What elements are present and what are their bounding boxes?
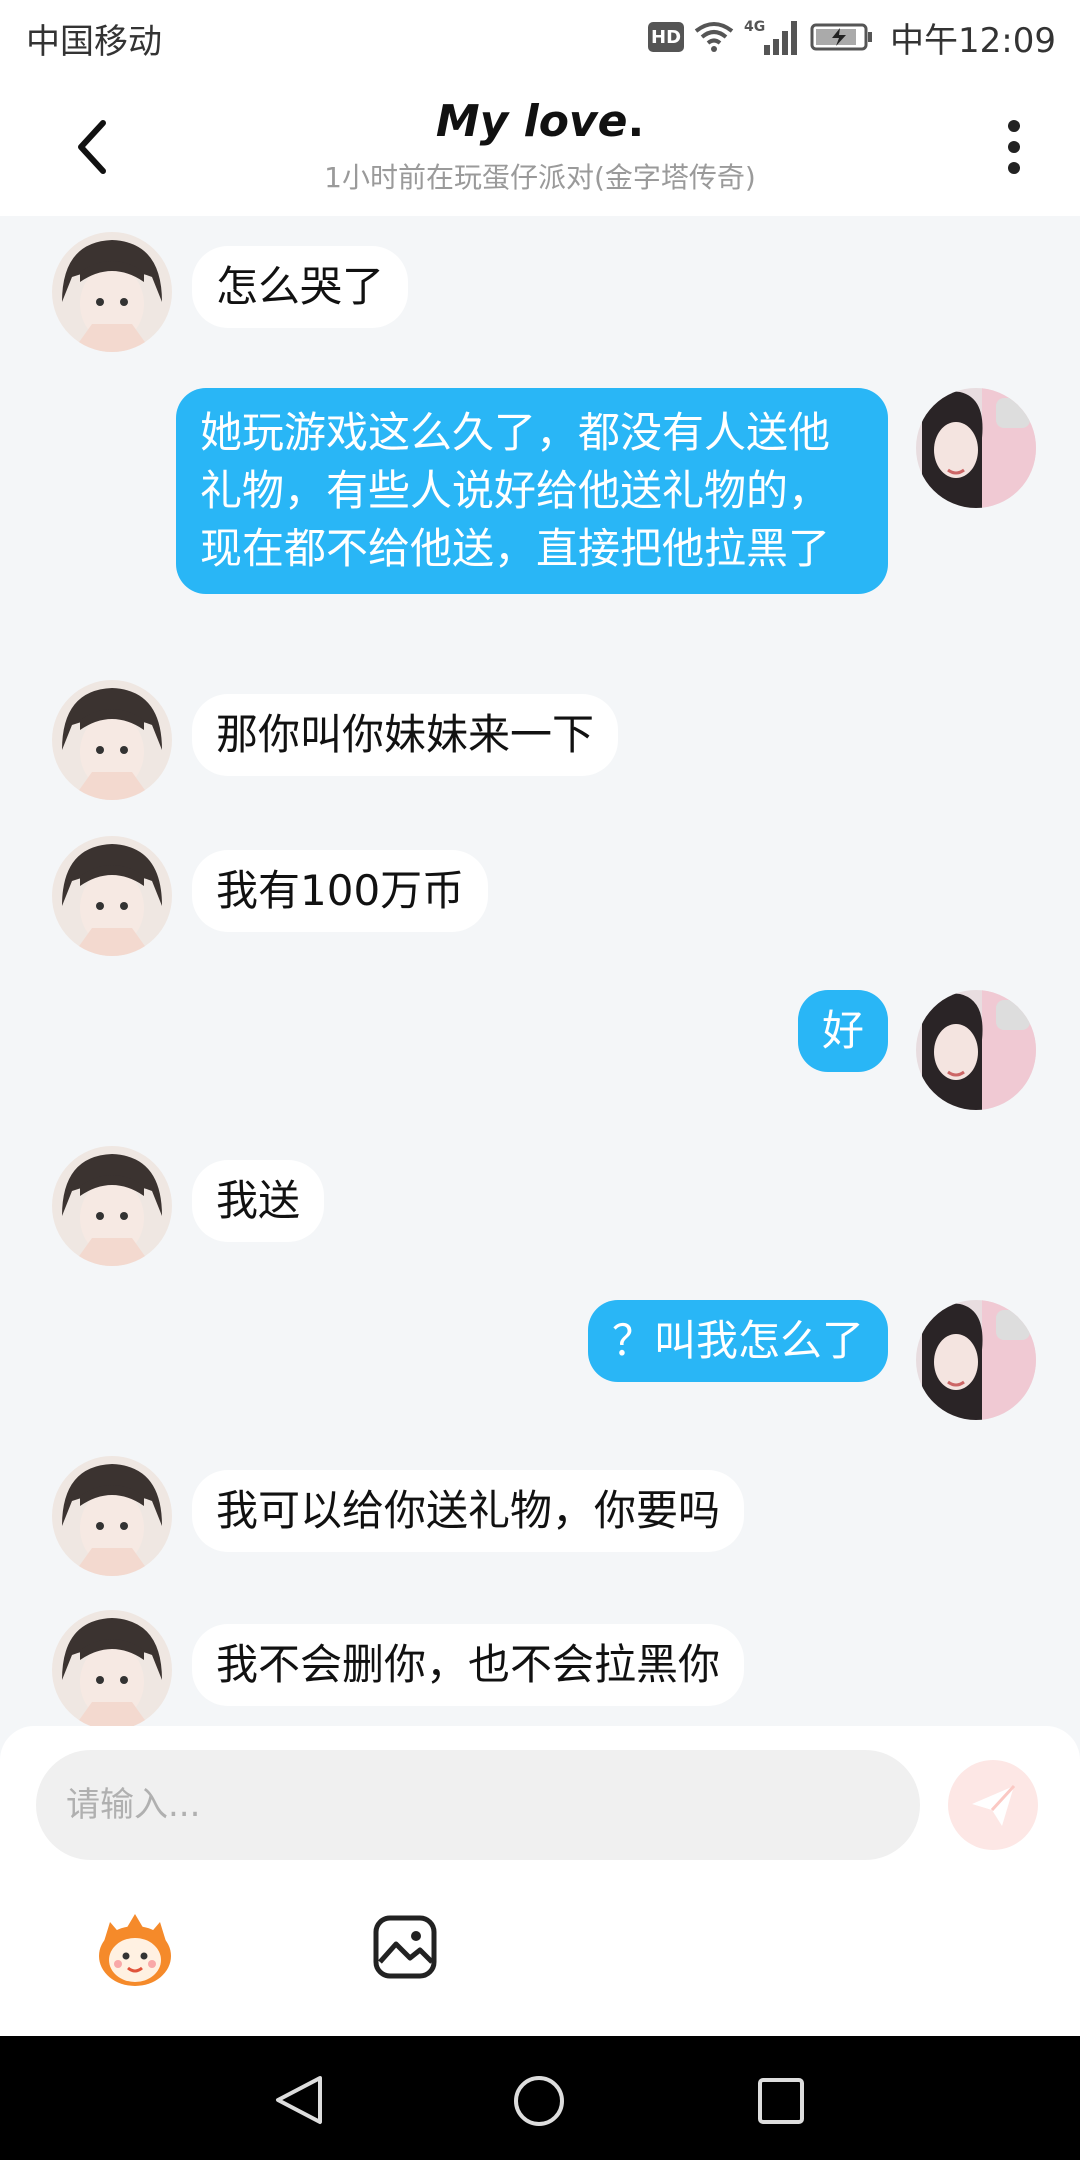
contact-status: 1小时前在玩蛋仔派对(金字塔传奇) xyxy=(324,161,756,194)
user-avatar[interactable] xyxy=(916,388,1036,508)
more-vertical-icon-dot xyxy=(1008,120,1020,132)
battery-charging-icon xyxy=(810,23,873,51)
composer xyxy=(0,1726,1080,2036)
user-avatar[interactable] xyxy=(916,1300,1036,1420)
avatar-image xyxy=(52,836,172,956)
message-bubble-incoming[interactable]: 怎么哭了 xyxy=(192,246,409,328)
send-icon xyxy=(972,1784,1016,1826)
avatar-image xyxy=(52,1610,172,1726)
message-bubble-incoming[interactable]: 我有100万币 xyxy=(192,850,489,932)
message-bubble-outgoing[interactable]: 她玩游戏这么久了，都没有人送他礼物，有些人说好给他送礼物的，现在都不给他送，直接… xyxy=(176,388,888,594)
system-nav-bar xyxy=(0,2036,1080,2160)
signal-icon: 4G xyxy=(744,19,798,55)
message-bubble-incoming[interactable]: 我送 xyxy=(192,1160,325,1242)
chat-header: My love. 1小时前在玩蛋仔派对(金字塔传奇) xyxy=(0,76,1080,216)
avatar-image xyxy=(916,990,1036,1110)
send-button[interactable] xyxy=(948,1760,1038,1850)
avatar-image xyxy=(52,680,172,800)
mascot-emoji-icon xyxy=(99,1914,171,1986)
nav-recents-button[interactable] xyxy=(756,2076,806,2130)
message-bubble-incoming[interactable]: 我不会删你，也不会拉黑你 xyxy=(192,1624,745,1706)
more-vertical-icon-dot xyxy=(1008,162,1020,174)
triangle-back-icon xyxy=(276,2076,322,2124)
contact-avatar[interactable] xyxy=(52,836,172,956)
emoji-button[interactable] xyxy=(92,1908,178,1988)
carrier-label: 中国移动 xyxy=(26,22,162,62)
image-icon xyxy=(373,1915,437,1979)
network-type-label: 4G xyxy=(744,19,765,35)
contact-avatar[interactable] xyxy=(52,232,172,352)
nav-back-button[interactable] xyxy=(272,2074,326,2130)
status-bar: 中国移动 HD 4G 中午12:09 xyxy=(0,0,1080,76)
avatar-image xyxy=(916,388,1036,508)
message-bubble-incoming[interactable]: 我可以给你送礼物，你要吗 xyxy=(192,1470,745,1552)
wifi-icon xyxy=(694,22,734,52)
avatar-image xyxy=(52,1456,172,1576)
user-avatar[interactable] xyxy=(916,990,1036,1110)
message-bubble-outgoing[interactable]: ？叫我怎么了 xyxy=(587,1300,888,1382)
message-bubble-outgoing[interactable]: 好 xyxy=(797,990,888,1072)
contact-avatar[interactable] xyxy=(52,680,172,800)
clock: 中午12:09 xyxy=(890,20,1056,61)
square-recents-icon xyxy=(758,2078,804,2124)
message-input[interactable] xyxy=(36,1750,920,1860)
avatar-image xyxy=(52,232,172,352)
status-icons: HD 4G 中午12:09 xyxy=(648,12,1056,62)
nav-home-button[interactable] xyxy=(512,2074,566,2132)
image-picker-button[interactable] xyxy=(372,1914,438,1980)
contact-avatar[interactable] xyxy=(52,1610,172,1726)
circle-home-icon xyxy=(514,2076,564,2126)
contact-name-text: My love xyxy=(435,96,628,147)
avatar-image xyxy=(916,1300,1036,1420)
contact-name: My love. xyxy=(0,96,1080,147)
more-vertical-icon-dot xyxy=(1008,141,1020,153)
contact-avatar[interactable] xyxy=(52,1456,172,1576)
more-options-button[interactable] xyxy=(994,112,1034,182)
avatar-image xyxy=(52,1146,172,1266)
contact-name-suffix: . xyxy=(627,96,645,147)
message-bubble-incoming[interactable]: 那你叫你妹妹来一下 xyxy=(192,694,619,776)
contact-avatar[interactable] xyxy=(52,1146,172,1266)
message-list[interactable]: 怎么哭了 她玩游戏这么久了，都没有人送他礼物，有些人说好给他送礼物的，现在都不给… xyxy=(0,216,1080,1726)
hd-icon: HD xyxy=(648,22,685,52)
